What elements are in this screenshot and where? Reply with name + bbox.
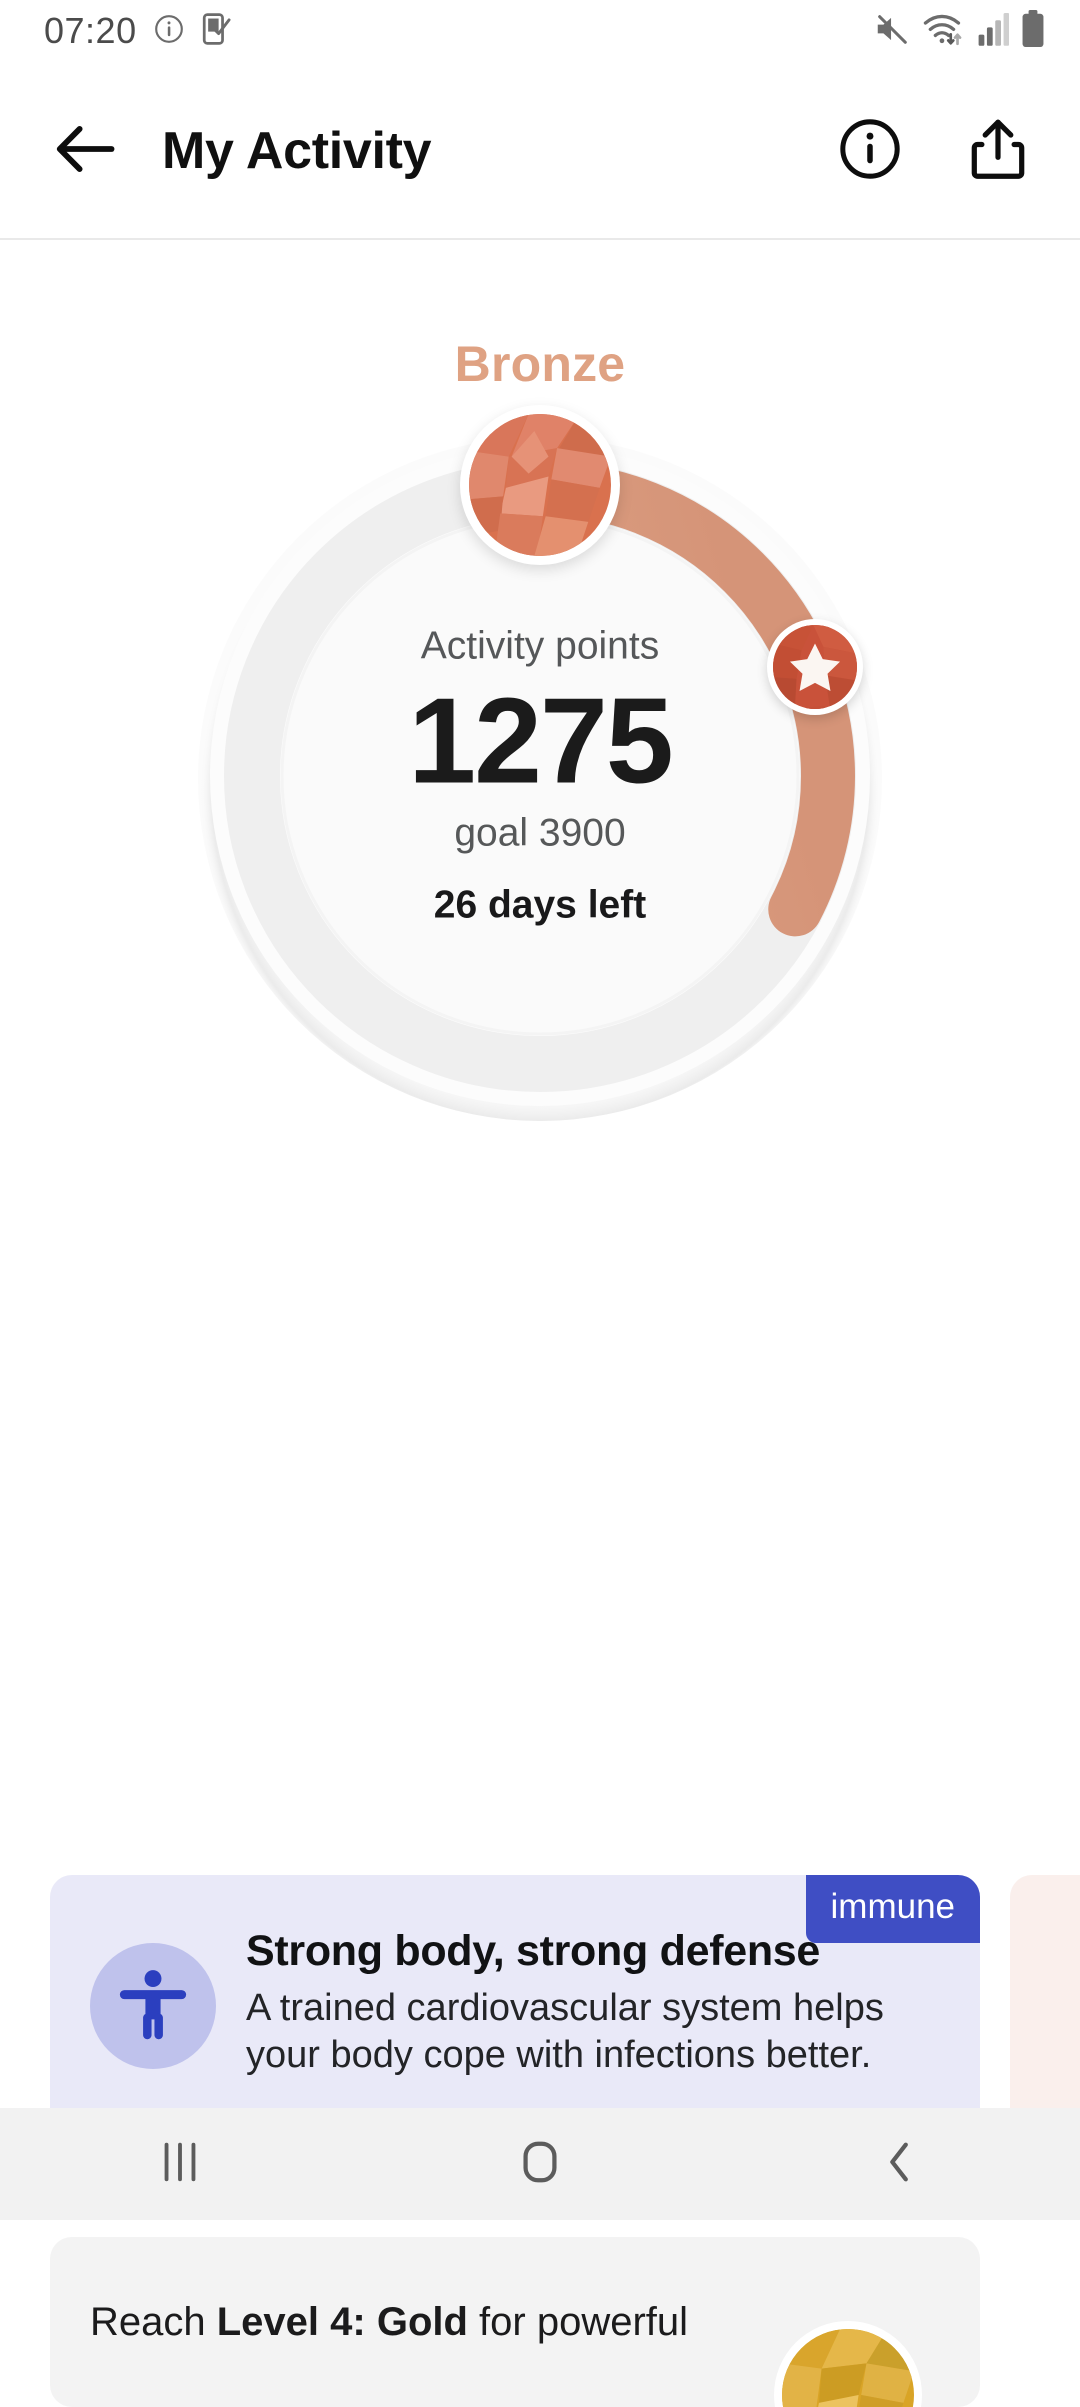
back-chevron-icon [875,2137,925,2192]
app-bar-actions [834,115,1034,187]
app-bar: My Activity [0,62,1080,240]
status-time: 07:20 [44,10,137,51]
back-button[interactable] [46,111,126,191]
recents-icon [155,2137,205,2192]
accessibility-person-icon [90,1943,216,2069]
days-left-label: 26 days left [433,883,647,927]
main-content: Bronze Activity points 1275 goal 3900 26… [0,335,1080,2407]
promo-prefix: Reach [90,2300,217,2344]
tip-body: A trained cardiovascular system helps yo… [246,1987,884,2076]
tip-text-block [1050,1927,1080,2091]
gold-medal-icon [774,2321,922,2407]
bronze-medal-gem [469,414,611,556]
gold-medal-gem [782,2329,914,2407]
tip-category-badge: immune [805,1875,980,1943]
nav-recents-button[interactable] [0,2108,360,2220]
arrow-left-icon [55,124,117,179]
tip-card-immune[interactable]: immune Strong body, strong defense A tra… [50,1875,980,2135]
status-bar-right [873,9,1046,53]
nav-back-button[interactable] [720,2108,1080,2220]
mute-icon [873,10,911,53]
activity-goal-label: goal 3900 [454,811,626,855]
activity-progress-ring[interactable]: Activity points 1275 goal 3900 26 days l… [195,405,885,1121]
activity-points-value: 1275 [408,672,673,809]
tip-text-block: Strong body, strong defense A trained ca… [246,1927,940,2091]
tips-carousel[interactable]: immune Strong body, strong defense A tra… [0,1875,1080,2135]
activity-points-label: Activity points [420,624,660,668]
level-name: Bronze [454,336,626,392]
share-button[interactable] [962,115,1034,187]
status-bar-left: 07:20 [44,10,231,52]
share-icon [969,117,1027,186]
info-circle-icon [153,13,185,50]
signal-icon [977,11,1010,52]
wifi-icon [922,10,966,53]
home-icon [515,2137,565,2192]
page-title: My Activity [162,122,432,180]
battery-icon [1020,9,1046,53]
phone-check-icon [201,12,231,51]
promo-highlight: Level 4: Gold [216,2300,468,2344]
tip-title: Strong body, strong defense [246,1927,821,1975]
info-circle-icon [839,118,901,185]
star-badge-gem [773,625,857,709]
level-promo-card[interactable]: Reach Level 4: Gold for powerful [50,2237,980,2407]
tip-card-next[interactable] [1010,1875,1080,2135]
nav-home-button[interactable] [360,2108,720,2220]
promo-suffix: for powerful [467,2300,689,2344]
info-button[interactable] [834,115,906,187]
ring-center-readout: Activity points 1275 goal 3900 26 days l… [260,625,820,928]
system-nav-bar [0,2108,1080,2220]
star-badge-icon[interactable] [767,619,863,715]
status-bar: 07:20 [0,0,1080,62]
promo-text: Reach Level 4: Gold for powerful [90,2297,740,2348]
bronze-medal-icon[interactable] [460,405,620,565]
